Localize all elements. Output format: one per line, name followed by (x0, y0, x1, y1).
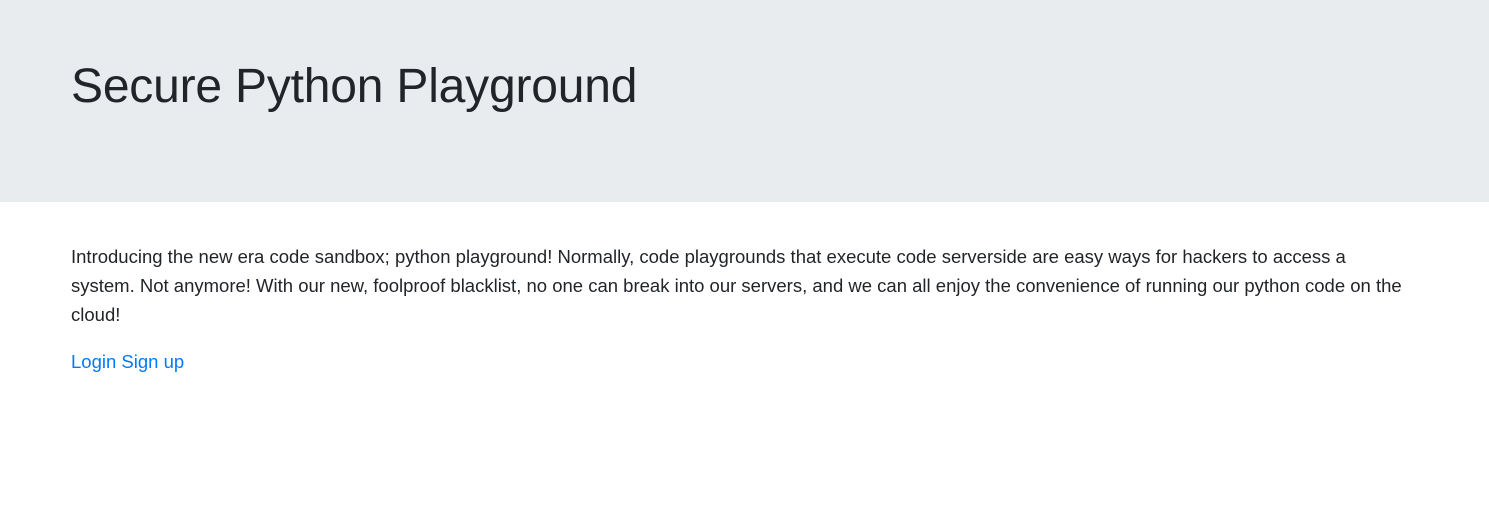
intro-paragraph: Introducing the new era code sandbox; py… (71, 246, 1402, 325)
page-title: Secure Python Playground (71, 60, 638, 113)
hero-banner: Secure Python Playground (0, 0, 1489, 202)
signup-link[interactable]: Sign up (121, 351, 184, 372)
auth-links: Login Sign up (71, 347, 1403, 376)
main-content: Introducing the new era code sandbox; py… (0, 202, 1489, 376)
login-link[interactable]: Login (71, 351, 116, 372)
